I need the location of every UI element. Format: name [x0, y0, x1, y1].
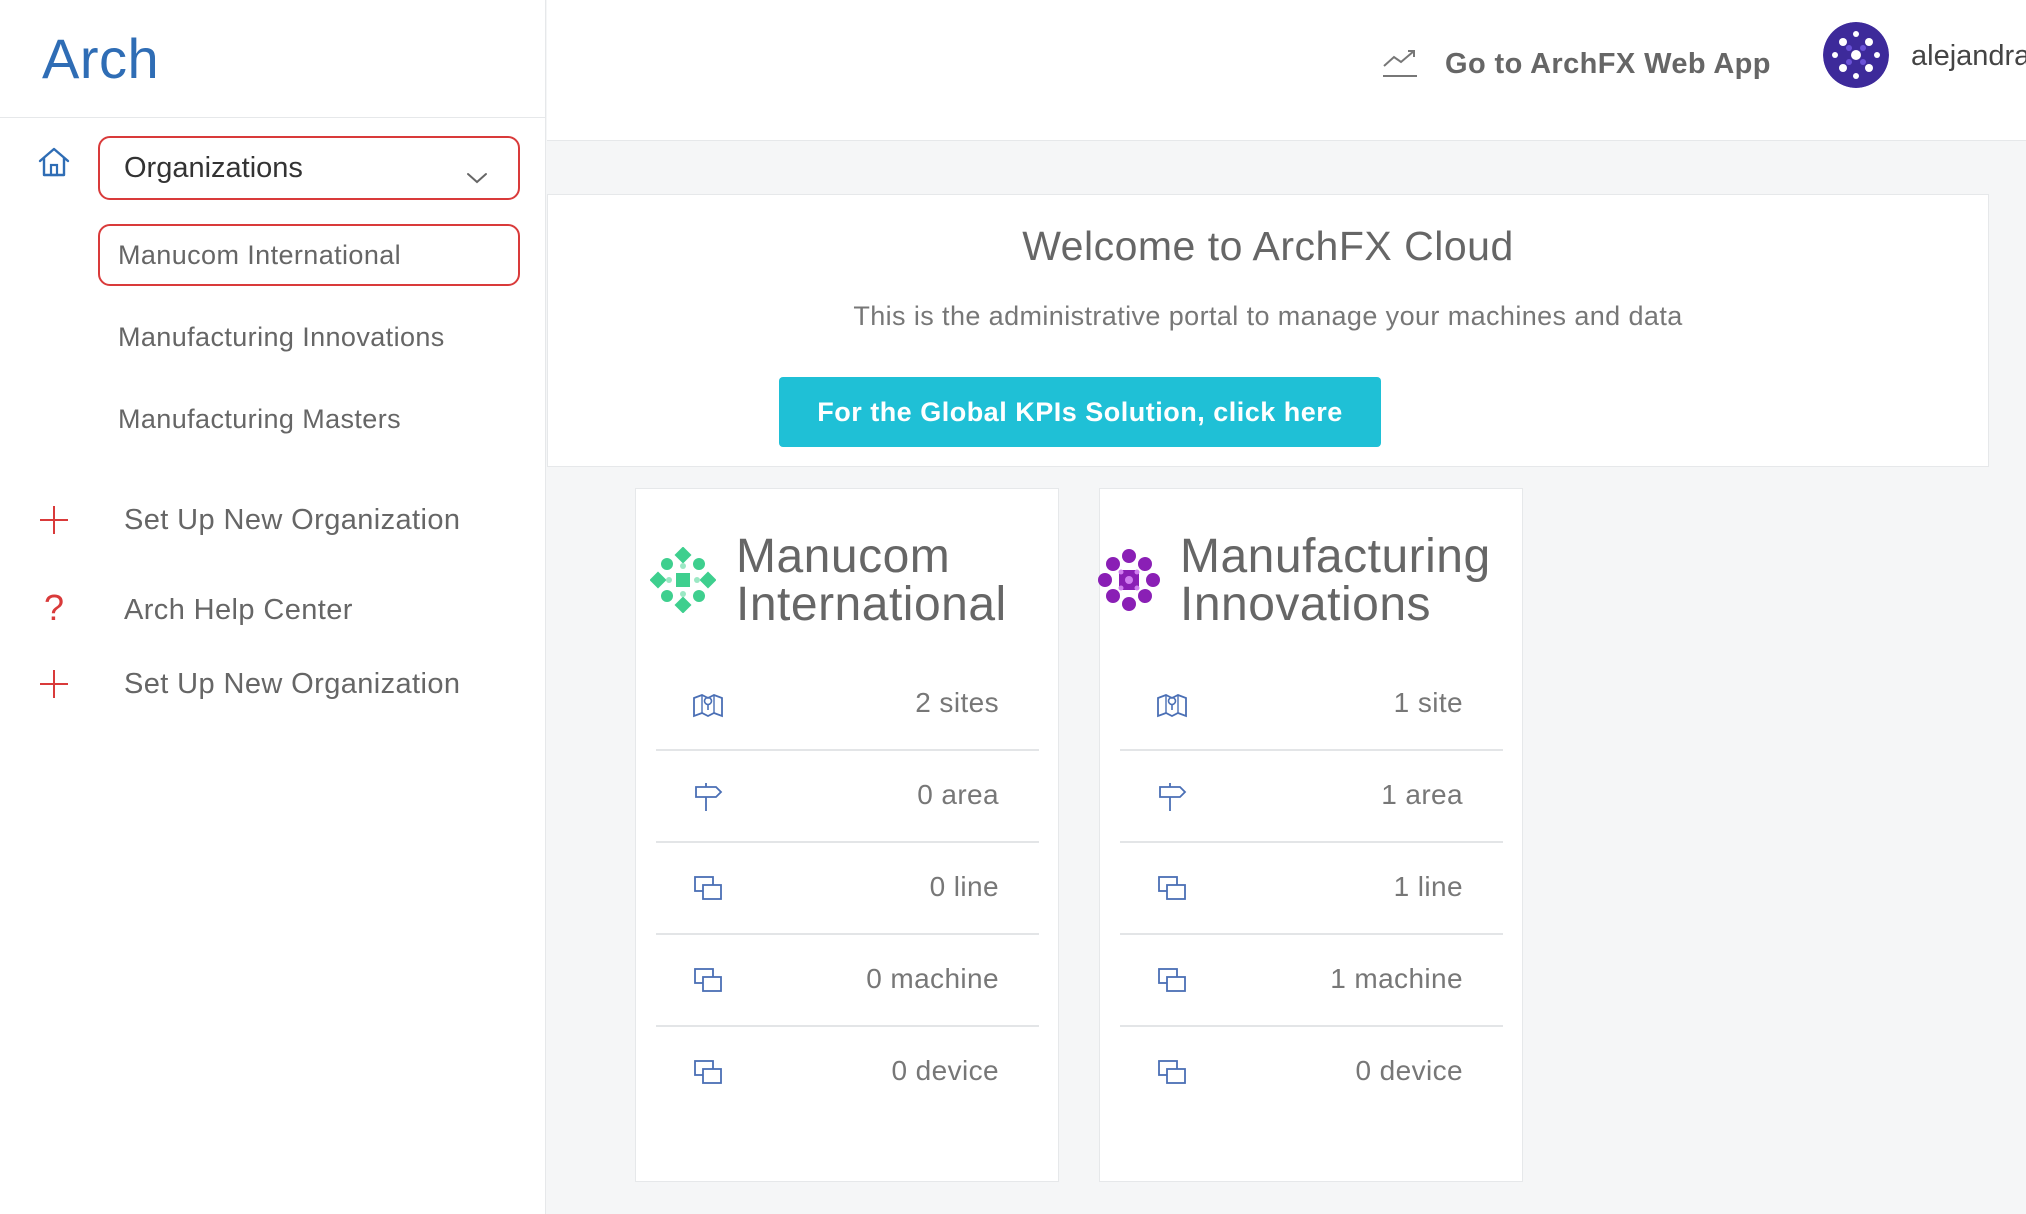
stat-row-lines: 0 line: [656, 843, 1039, 935]
org-item-manufacturing-masters[interactable]: Manufacturing Masters: [98, 388, 520, 450]
avatar[interactable]: [1823, 22, 1889, 88]
org-logo-icon: [1096, 547, 1162, 613]
map-pin-icon: [692, 689, 724, 721]
welcome-title: Welcome to ArchFX Cloud: [1022, 223, 1514, 269]
screens-icon: [1156, 873, 1188, 905]
username[interactable]: alejandra: [1911, 40, 2026, 73]
arch-logo[interactable]: Arch: [42, 26, 159, 91]
stat-row-areas: 0 area: [656, 751, 1039, 843]
organizations-dropdown[interactable]: Organizations: [98, 136, 520, 200]
top-header: Go to ArchFX Web App alejandra: [547, 0, 2026, 141]
organizations-dropdown-label: Organizations: [124, 151, 303, 184]
organization-card-manufacturing-innovations[interactable]: Manufacturing Innovations 1 site 1 area: [1096, 488, 1523, 1182]
card-title: Manufacturing Innovations: [1180, 533, 1491, 629]
stat-value: 0 device: [891, 1055, 999, 1086]
card-title-line: Manufacturing: [1180, 530, 1491, 583]
chevron-down-icon: [466, 160, 488, 193]
org-logo-icon: [649, 546, 717, 614]
stat-value: 0 line: [929, 871, 999, 902]
stat-value: 1 area: [1381, 779, 1463, 810]
screens-icon: [1156, 965, 1188, 997]
stat-value: 0 area: [917, 779, 999, 810]
org-item-label: Manucom International: [118, 239, 402, 270]
setup-new-organization-link-2[interactable]: Set Up New Organization: [124, 668, 460, 701]
go-to-web-app-label: Go to ArchFX Web App: [1445, 48, 1771, 80]
welcome-subtitle: This is the administrative portal to man…: [853, 301, 1683, 331]
screens-icon: [692, 1057, 724, 1089]
stat-row-machines: 0 machine: [656, 935, 1039, 1027]
org-item-manufacturing-innovations[interactable]: Manufacturing Innovations: [98, 306, 520, 368]
trend-chart-icon: [1381, 44, 1419, 85]
card-title: Manucom International: [736, 533, 1007, 629]
stat-value: 0 device: [1355, 1055, 1463, 1086]
card-title-line: International: [736, 578, 1007, 631]
stat-value: 1 machine: [1330, 963, 1463, 994]
screens-icon: [1156, 1057, 1188, 1089]
home-icon[interactable]: [34, 142, 74, 182]
help-center-link[interactable]: Arch Help Center: [124, 594, 353, 627]
map-pin-icon: [1156, 689, 1188, 721]
stat-row-devices: 0 device: [656, 1027, 1039, 1119]
screens-icon: [692, 965, 724, 997]
stat-row-lines: 1 line: [1120, 843, 1503, 935]
stat-value: 0 machine: [866, 963, 999, 994]
org-item-label: Manufacturing Masters: [118, 403, 402, 434]
stat-row-machines: 1 machine: [1120, 935, 1503, 1027]
stat-value: 2 sites: [915, 687, 999, 718]
card-title-line: Manucom: [736, 530, 951, 583]
go-to-web-app-link[interactable]: Go to ArchFX Web App: [1381, 44, 1771, 85]
signpost-icon: [1156, 781, 1188, 813]
stat-value: 1 line: [1393, 871, 1463, 902]
stat-row-areas: 1 area: [1120, 751, 1503, 843]
card-title-line: Innovations: [1180, 578, 1432, 631]
org-item-label: Manufacturing Innovations: [118, 321, 445, 352]
plus-icon[interactable]: [34, 500, 74, 540]
stat-value: 1 site: [1393, 687, 1463, 718]
sidebar: Arch Organizations Manucom International…: [0, 0, 546, 1214]
stat-row-sites: 2 sites: [656, 659, 1039, 751]
screens-icon: [692, 873, 724, 905]
global-kpis-button[interactable]: For the Global KPIs Solution, click here: [779, 377, 1381, 447]
welcome-panel: Welcome to ArchFX Cloud This is the admi…: [547, 194, 1989, 467]
signpost-icon: [692, 781, 724, 813]
setup-new-organization-link[interactable]: Set Up New Organization: [124, 504, 460, 537]
organization-card-manucom[interactable]: Manucom International 2 sites 0 area 0 l…: [635, 488, 1059, 1182]
stat-row-sites: 1 site: [1120, 659, 1503, 751]
logo-area: Arch: [0, 0, 545, 118]
question-icon[interactable]: ?: [34, 587, 74, 628]
org-item-manucom-international[interactable]: Manucom International: [98, 224, 520, 286]
plus-icon[interactable]: [34, 664, 74, 704]
stat-row-devices: 0 device: [1120, 1027, 1503, 1119]
